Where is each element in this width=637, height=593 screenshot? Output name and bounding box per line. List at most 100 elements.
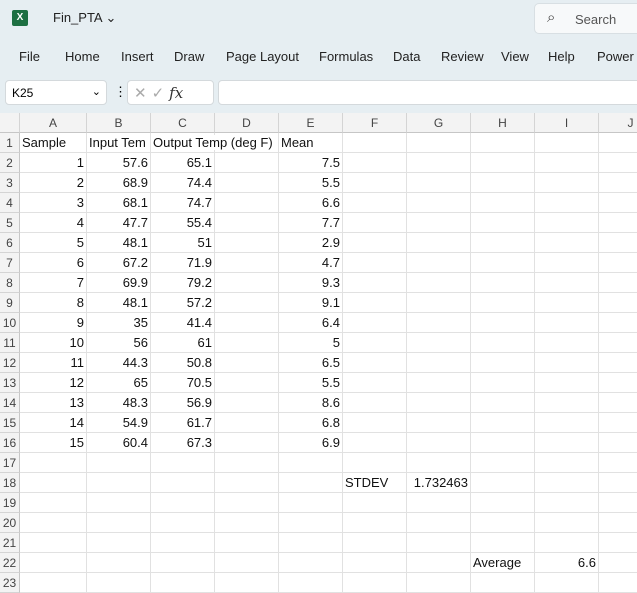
cell-a9[interactable]: 8: [20, 293, 87, 313]
insert-function-icon[interactable]: fx: [169, 84, 183, 102]
tab-home[interactable]: Home: [65, 49, 100, 64]
cell-d20[interactable]: [215, 513, 279, 533]
cell-a22[interactable]: [20, 553, 87, 573]
cell-d13[interactable]: [215, 373, 279, 393]
row-header-23[interactable]: 23: [0, 573, 20, 593]
cell-a1[interactable]: Sample: [20, 133, 87, 153]
cell-a17[interactable]: [20, 453, 87, 473]
cell-f15[interactable]: [343, 413, 407, 433]
cell-h15[interactable]: [471, 413, 535, 433]
cell-f5[interactable]: [343, 213, 407, 233]
cell-i8[interactable]: [535, 273, 599, 293]
cell-i2[interactable]: [535, 153, 599, 173]
row-header-3[interactable]: 3: [0, 173, 20, 193]
cell-b16[interactable]: 60.4: [87, 433, 151, 453]
cell-j1[interactable]: [599, 133, 637, 153]
cell-f14[interactable]: [343, 393, 407, 413]
cell-b20[interactable]: [87, 513, 151, 533]
cell-f23[interactable]: [343, 573, 407, 593]
cell-d14[interactable]: [215, 393, 279, 413]
search-box[interactable]: ⌕ Search: [534, 3, 637, 34]
cell-g10[interactable]: [407, 313, 471, 333]
column-header-h[interactable]: H: [471, 113, 535, 133]
cell-h12[interactable]: [471, 353, 535, 373]
cell-a21[interactable]: [20, 533, 87, 553]
cell-b22[interactable]: [87, 553, 151, 573]
cell-b11[interactable]: 56: [87, 333, 151, 353]
cell-c15[interactable]: 61.7: [151, 413, 215, 433]
cell-b14[interactable]: 48.3: [87, 393, 151, 413]
cell-i21[interactable]: [535, 533, 599, 553]
cell-b1[interactable]: Input Tem: [87, 133, 151, 153]
cell-d3[interactable]: [215, 173, 279, 193]
cell-h9[interactable]: [471, 293, 535, 313]
column-header-j[interactable]: J: [599, 113, 637, 133]
cell-e15[interactable]: 6.8: [279, 413, 343, 433]
cell-a4[interactable]: 3: [20, 193, 87, 213]
column-header-g[interactable]: G: [407, 113, 471, 133]
column-header-e[interactable]: E: [279, 113, 343, 133]
cell-d2[interactable]: [215, 153, 279, 173]
column-header-a[interactable]: A: [20, 113, 87, 133]
cell-d21[interactable]: [215, 533, 279, 553]
cell-j13[interactable]: [599, 373, 637, 393]
cell-d15[interactable]: [215, 413, 279, 433]
cell-h5[interactable]: [471, 213, 535, 233]
cell-c12[interactable]: 50.8: [151, 353, 215, 373]
cell-f6[interactable]: [343, 233, 407, 253]
cell-e1[interactable]: Mean: [279, 133, 343, 153]
enter-check-icon[interactable]: ✓: [152, 85, 170, 102]
cell-j9[interactable]: [599, 293, 637, 313]
cell-c13[interactable]: 70.5: [151, 373, 215, 393]
cell-d9[interactable]: [215, 293, 279, 313]
cell-i1[interactable]: [535, 133, 599, 153]
cell-i15[interactable]: [535, 413, 599, 433]
column-header-d[interactable]: D: [215, 113, 279, 133]
cell-b8[interactable]: 69.9: [87, 273, 151, 293]
cell-j7[interactable]: [599, 253, 637, 273]
cell-a12[interactable]: 11: [20, 353, 87, 373]
cell-c22[interactable]: [151, 553, 215, 573]
cell-d22[interactable]: [215, 553, 279, 573]
cell-f3[interactable]: [343, 173, 407, 193]
row-header-9[interactable]: 9: [0, 293, 20, 313]
cell-d17[interactable]: [215, 453, 279, 473]
cell-e3[interactable]: 5.5: [279, 173, 343, 193]
cell-j12[interactable]: [599, 353, 637, 373]
cell-e17[interactable]: [279, 453, 343, 473]
cell-j19[interactable]: [599, 493, 637, 513]
more-options-icon[interactable]: ⋮: [114, 84, 127, 100]
cell-i22[interactable]: 6.6: [535, 553, 599, 573]
cell-j15[interactable]: [599, 413, 637, 433]
cell-c5[interactable]: 55.4: [151, 213, 215, 233]
cell-i5[interactable]: [535, 213, 599, 233]
cell-e10[interactable]: 6.4: [279, 313, 343, 333]
cell-c9[interactable]: 57.2: [151, 293, 215, 313]
row-header-11[interactable]: 11: [0, 333, 20, 353]
row-header-12[interactable]: 12: [0, 353, 20, 373]
cell-g12[interactable]: [407, 353, 471, 373]
cell-i23[interactable]: [535, 573, 599, 593]
cell-b21[interactable]: [87, 533, 151, 553]
cell-h1[interactable]: [471, 133, 535, 153]
cell-g19[interactable]: [407, 493, 471, 513]
tab-draw[interactable]: Draw: [174, 49, 204, 64]
cell-c14[interactable]: 56.9: [151, 393, 215, 413]
tab-data[interactable]: Data: [393, 49, 420, 64]
cell-b23[interactable]: [87, 573, 151, 593]
cell-d8[interactable]: [215, 273, 279, 293]
cell-c10[interactable]: 41.4: [151, 313, 215, 333]
cell-f22[interactable]: [343, 553, 407, 573]
cell-h21[interactable]: [471, 533, 535, 553]
cell-b17[interactable]: [87, 453, 151, 473]
cell-a8[interactable]: 7: [20, 273, 87, 293]
cell-c3[interactable]: 74.4: [151, 173, 215, 193]
cell-f18[interactable]: STDEV: [343, 473, 407, 493]
cell-g21[interactable]: [407, 533, 471, 553]
cell-h18[interactable]: [471, 473, 535, 493]
cell-c4[interactable]: 74.7: [151, 193, 215, 213]
tab-help[interactable]: Help: [548, 49, 575, 64]
cell-h2[interactable]: [471, 153, 535, 173]
cell-a18[interactable]: [20, 473, 87, 493]
cell-h8[interactable]: [471, 273, 535, 293]
